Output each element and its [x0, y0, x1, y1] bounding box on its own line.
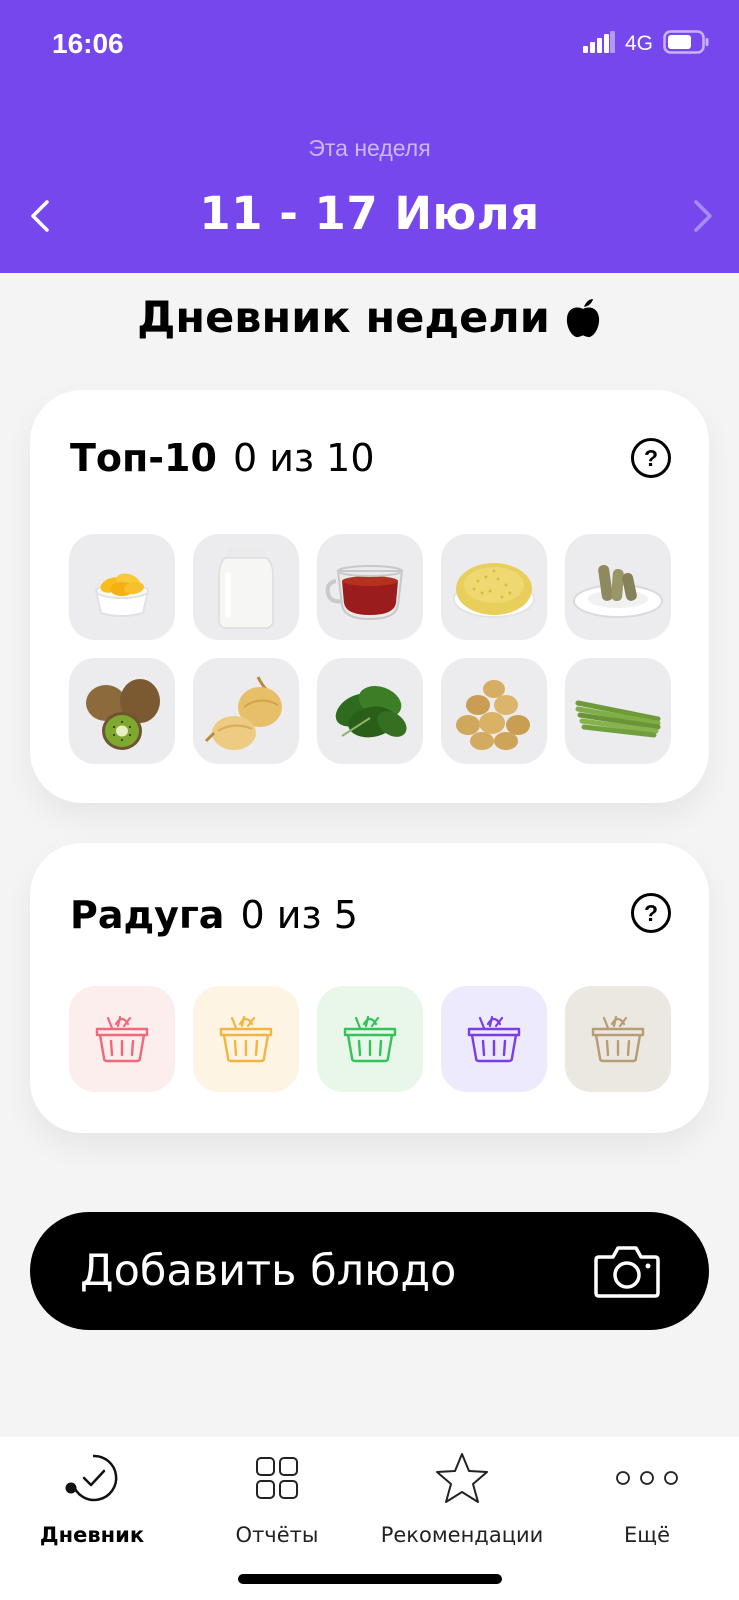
onion-icon [204, 676, 282, 750]
tab-recommendations-label: Рекомендации [380, 1523, 544, 1547]
top10-header: Топ-10 0 из 10 [70, 436, 375, 480]
green-asparagus-icon [575, 700, 661, 738]
status-bar-right: 4G [582, 30, 709, 58]
potatoes-icon [456, 680, 530, 750]
food-tile-green-asparagus[interactable] [565, 658, 671, 764]
tab-more-label: Ещё [624, 1523, 670, 1547]
top10-title: Топ-10 [70, 436, 217, 480]
food-tile-milk[interactable] [193, 534, 299, 640]
basket-icon [343, 1015, 397, 1063]
rainbow-tile-3[interactable] [317, 986, 423, 1092]
tea-cup-icon [325, 565, 404, 621]
question-icon: ? [643, 899, 659, 926]
reports-grid-icon [256, 1457, 298, 1499]
question-icon: ? [643, 444, 659, 471]
rainbow-tile-1[interactable] [69, 986, 175, 1092]
tab-reports[interactable]: Отчёты [185, 1447, 369, 1547]
signal-icon [582, 31, 615, 57]
more-dots-icon [616, 1471, 678, 1485]
spinach-icon [335, 686, 407, 738]
asparagus-plate-icon [573, 564, 663, 618]
rainbow-count: 0 из 5 [240, 893, 358, 937]
page-title: Дневник недели [0, 293, 739, 343]
tab-diary[interactable]: Дневник [0, 1447, 184, 1547]
food-tile-tea[interactable] [317, 534, 423, 640]
food-tile-millet[interactable] [441, 534, 547, 640]
camera-icon [594, 1246, 660, 1298]
food-tile-fish-oil[interactable] [69, 534, 175, 640]
tab-reports-label: Отчёты [235, 1523, 319, 1547]
rainbow-help-button[interactable]: ? [631, 893, 671, 933]
food-tile-asparagus-plate[interactable] [565, 534, 671, 640]
home-indicator [238, 1574, 502, 1584]
week-range-title: 11 - 17 Июля [199, 187, 540, 240]
rainbow-tile-5[interactable] [565, 986, 671, 1092]
rainbow-title: Радуга [70, 893, 225, 937]
next-week-button[interactable] [685, 196, 721, 236]
top10-card: Топ-10 0 из 10 ? [30, 390, 709, 803]
network-type: 4G [624, 32, 653, 55]
kiwi-icon [86, 679, 160, 750]
top10-help-button[interactable]: ? [631, 438, 671, 478]
status-time: 16:06 [52, 28, 124, 59]
tab-recommendations[interactable]: Рекомендации [370, 1447, 554, 1547]
rainbow-grid [69, 986, 671, 1092]
chevron-right-icon [694, 200, 712, 232]
food-tile-spinach[interactable] [317, 658, 423, 764]
top10-count: 0 из 10 [232, 436, 375, 480]
apple-icon [566, 299, 599, 338]
header: 16:06 4G Эта неделя 11 - 17 Июля [0, 0, 739, 273]
page-title-text: Дневник недели [137, 293, 550, 343]
basket-icon [219, 1015, 273, 1063]
food-tile-onion[interactable] [193, 658, 299, 764]
add-dish-label: Добавить блюдо [80, 1246, 457, 1296]
top10-grid [69, 534, 671, 764]
rainbow-header: Радуга 0 из 5 [70, 893, 358, 937]
tab-diary-label: Дневник [39, 1523, 145, 1547]
food-tile-potatoes[interactable] [441, 658, 547, 764]
battery-icon [663, 30, 709, 58]
rainbow-card: Радуга 0 из 5 ? [30, 843, 709, 1133]
millet-bowl-icon [453, 563, 535, 618]
basket-icon [467, 1015, 521, 1063]
add-dish-button[interactable]: Добавить блюдо [30, 1212, 709, 1330]
basket-icon [95, 1015, 149, 1063]
rainbow-tile-2[interactable] [193, 986, 299, 1092]
diary-icon [65, 1454, 118, 1502]
rainbow-tile-4[interactable] [441, 986, 547, 1092]
star-icon [436, 1453, 488, 1503]
fish-oil-capsules-icon [94, 573, 150, 617]
basket-icon [591, 1015, 645, 1063]
week-label: Эта неделя [308, 135, 431, 161]
tab-more[interactable]: Ещё [555, 1447, 739, 1547]
food-tile-kiwi[interactable] [69, 658, 175, 764]
milk-jar-icon [218, 548, 274, 629]
